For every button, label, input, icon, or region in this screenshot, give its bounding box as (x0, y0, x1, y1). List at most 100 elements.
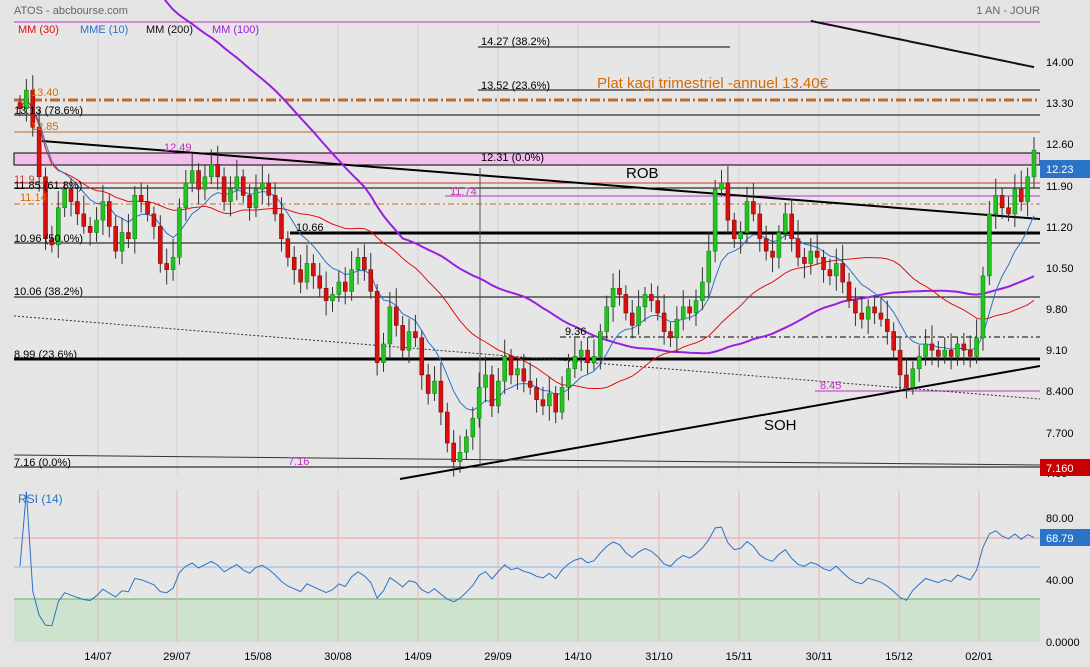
kagi-annotation: Plat kagi trimestriel -annuel 13.40€ (597, 75, 829, 92)
candle-up (955, 343, 960, 357)
price-tick: 7.700 (1046, 428, 1074, 440)
chart-title: ATOS - abcbourse.com (14, 5, 128, 17)
candle-down (75, 201, 80, 215)
candle-down (508, 356, 514, 376)
candle-up (980, 275, 986, 339)
rsi-tick: 40.00 (1046, 575, 1074, 587)
rsi-axis: 80.00 40.00 0.0000 68.79 (1040, 490, 1090, 649)
x-tick: 15/11 (726, 651, 753, 663)
candle-up (119, 232, 125, 252)
candle-up (177, 207, 182, 258)
candle-down (138, 195, 144, 202)
candle-down (164, 263, 169, 270)
candle-up (464, 436, 469, 453)
candle-down (629, 312, 635, 326)
candle-down (368, 269, 374, 292)
candle-down (317, 275, 323, 289)
candle-down (145, 201, 150, 215)
candle-down (240, 176, 246, 196)
level-label-12-85: 12.85 (31, 121, 59, 133)
candle-up (387, 306, 393, 345)
candle-down (527, 380, 533, 388)
candle-down (585, 349, 590, 363)
x-tick: 30/08 (324, 651, 352, 663)
candle-up (253, 188, 259, 209)
candle-up (591, 356, 597, 363)
candle-down (285, 238, 291, 258)
legend-ma30: MM (30) (18, 24, 59, 36)
rsi-tick: 80.00 (1046, 513, 1074, 525)
candle-down (298, 269, 303, 283)
candle-down (827, 269, 833, 277)
candle-up (808, 250, 814, 264)
candle-up (234, 176, 240, 190)
rob-label: ROB (626, 165, 659, 182)
low-price-label: 7.160 (1046, 463, 1074, 475)
candle-down (789, 213, 794, 240)
x-tick: 30/11 (806, 651, 833, 663)
candle-up (502, 356, 507, 382)
candle-up (700, 281, 705, 301)
level-label-10-66: 10.66 (296, 222, 324, 234)
candle-down (731, 219, 737, 240)
price-tick: 8.400 (1046, 386, 1074, 398)
level-label-11-74: 11.74 (450, 186, 477, 198)
level-label-8-45: 8.45 (820, 380, 841, 392)
candle-up (94, 219, 99, 233)
candle-down (451, 442, 456, 462)
rsi-tick: 0.0000 (1046, 637, 1080, 649)
candle-up (1012, 188, 1018, 215)
candle-down (113, 226, 118, 252)
fib-label-10-96: 10.96 (50.0%) (14, 233, 83, 245)
candle-up (744, 201, 750, 233)
candle-up (712, 188, 718, 252)
candle-down (853, 300, 858, 314)
candle-down (107, 201, 112, 227)
candle-down (655, 300, 661, 314)
fib-label-10-06: 10.06 (38.2%) (14, 286, 83, 298)
candle-down (668, 331, 673, 339)
rsi-value-label: 68.79 (1046, 533, 1074, 545)
candle-down (770, 250, 775, 258)
legend-ema10: MME (10) (80, 24, 128, 36)
candle-down (821, 256, 826, 270)
candle-up (834, 263, 839, 277)
candle-up (260, 182, 265, 190)
candle-down (196, 170, 201, 190)
candle-down (419, 337, 425, 376)
candle-down (87, 226, 93, 233)
candle-up (170, 256, 176, 270)
last-price-label: 12.23 (1046, 164, 1074, 176)
x-tick: 02/01 (965, 651, 993, 663)
candle-down (489, 374, 495, 407)
candle-down (763, 238, 769, 252)
candle-down (553, 393, 558, 413)
candle-up (336, 281, 342, 295)
legend-ma100: MM (100) (212, 24, 259, 36)
candle-up (636, 306, 641, 326)
candle-down (802, 256, 807, 264)
candle-down (961, 343, 967, 351)
price-tick: 11.20 (1046, 222, 1073, 234)
candle-up (100, 201, 106, 221)
candle-down (936, 349, 941, 357)
candle-up (680, 306, 686, 320)
candle-up (598, 331, 603, 357)
candle-up (476, 387, 482, 419)
candle-up (738, 232, 743, 240)
candle-down (1018, 188, 1024, 202)
candle-up (547, 393, 552, 407)
candle-up (993, 195, 999, 215)
candle-up (610, 287, 616, 308)
candle-down (126, 232, 131, 240)
candle-up (304, 263, 310, 283)
candle-up (228, 188, 233, 202)
candle-up (987, 213, 992, 277)
candle-up (974, 337, 979, 357)
price-tick: 13.30 (1046, 98, 1074, 110)
candle-up (706, 250, 712, 283)
rsi-panel: RSI (14) (14, 490, 1040, 642)
candle-down (445, 411, 450, 444)
price-tick: 9.10 (1046, 345, 1067, 357)
candle-up (566, 368, 571, 388)
